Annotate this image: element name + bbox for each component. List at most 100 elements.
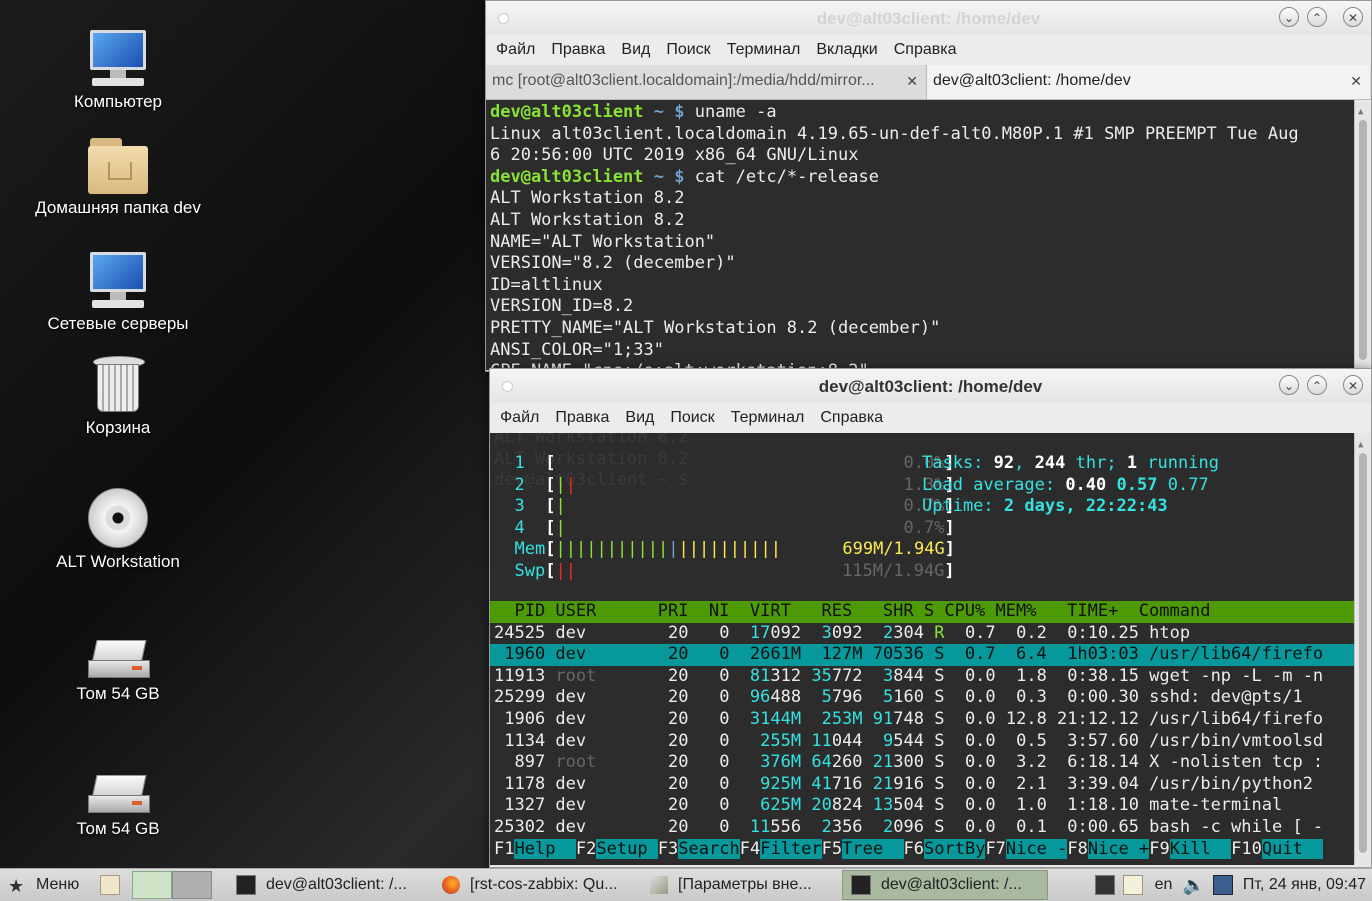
process-row[interactable]: 1327 dev 20 0 625M 20824 13504 S 0.0 1.0… [490, 795, 1355, 817]
taskbar-item-label: dev@alt03client: /... [266, 876, 407, 893]
fkey-f10[interactable]: F10 [1231, 839, 1262, 859]
menu-help[interactable]: Справка [820, 409, 883, 427]
taskbar-item-terminal-1[interactable]: dev@alt03client: /... [228, 870, 434, 900]
fkey-f7[interactable]: F7 [985, 839, 1005, 859]
fkey-label[interactable]: Tree [842, 838, 904, 859]
fkey-label[interactable]: Setup [596, 838, 658, 859]
scrollbar-thumb[interactable] [1359, 453, 1367, 853]
process-row[interactable]: 24525 dev 20 0 17092 3092 2304 R 0.7 0.2… [490, 623, 1355, 645]
cpu-meter: 4 [| 0.7%] [514, 517, 955, 538]
fkey-f8[interactable]: F8 [1067, 839, 1087, 859]
terminal-output[interactable]: dev@alt03client ~ $ uname -a Linux alt03… [486, 100, 1371, 370]
desktop-icon [100, 875, 120, 895]
window-title: dev@alt03client: /home/dev [818, 377, 1043, 396]
close-tab-icon[interactable]: ✕ [906, 73, 918, 90]
desktop-icon-label: Корзина [85, 418, 151, 437]
desktop-icon-volume-2[interactable]: Том 54 GB [18, 775, 218, 839]
keyboard-layout[interactable]: en [1155, 876, 1173, 894]
menu-search[interactable]: Поиск [666, 41, 710, 59]
fkey-label[interactable]: Nice + [1087, 838, 1150, 859]
clipboard-icon[interactable] [1122, 875, 1143, 895]
fkey-f2[interactable]: F2 [576, 839, 596, 859]
process-row[interactable]: 1960 dev 20 0 2661M 127M 70536 S 0.7 6.4… [490, 644, 1355, 666]
menu-tabs[interactable]: Вкладки [816, 41, 877, 59]
scrollbar[interactable]: ▲ [1354, 433, 1371, 865]
fkey-label[interactable]: Kill [1169, 838, 1232, 859]
terminal-launcher-icon[interactable] [1094, 875, 1115, 895]
scrollbar-thumb[interactable] [1359, 120, 1367, 360]
htop-summary: Tasks: 92, 244 thr; 1 running Load avera… [922, 453, 1219, 518]
fkey-label[interactable]: Search [678, 838, 740, 859]
fkey-label[interactable]: Help [514, 838, 576, 859]
terminal-line: 6 20:56:00 UTC 2019 x86_64 GNU/Linux [490, 145, 859, 166]
process-row[interactable]: 1178 dev 20 0 925M 41716 21916 S 0.0 2.1… [490, 774, 1355, 796]
fkey-f1[interactable]: F1 [494, 839, 514, 859]
taskbar-item-firefox[interactable]: [rst-cos-zabbix: Qu... [434, 870, 642, 900]
minimize-button[interactable]: ⌄ [1279, 7, 1299, 27]
maximize-button[interactable]: ⌃ [1307, 375, 1327, 395]
menu-search[interactable]: Поиск [670, 409, 714, 427]
tab-dev[interactable]: dev@alt03client: /home/dev ✕ [926, 65, 1370, 99]
fkey-f3[interactable]: F3 [658, 839, 678, 859]
load-line: Load average: 0.40 0.57 0.77 [922, 474, 1209, 495]
taskbar-item-terminal-2[interactable]: dev@alt03client: /... [842, 870, 1048, 900]
maximize-button[interactable]: ⌃ [1307, 7, 1327, 27]
process-row[interactable]: 11913 root 20 0 81312 35772 3844 S 0.0 1… [490, 666, 1355, 688]
scrollbar[interactable]: ▲ [1354, 100, 1371, 370]
process-row[interactable]: 25299 dev 20 0 96488 5796 5160 S 0.0 0.3… [490, 687, 1355, 709]
fkey-label[interactable]: Filter [760, 838, 822, 859]
close-button[interactable]: ✕ [1343, 7, 1363, 27]
desktop-icon-volume-1[interactable]: Том 54 GB [18, 640, 218, 704]
workspace-2[interactable] [172, 871, 212, 899]
fkey-label[interactable]: SortBy [924, 838, 986, 859]
window-titlebar[interactable]: dev@alt03client: /home/dev ⌄ ⌃ ✕ [490, 369, 1371, 403]
fkey-f9[interactable]: F9 [1149, 839, 1169, 859]
fkey-f5[interactable]: F5 [822, 839, 842, 859]
volume-icon[interactable]: 🔈 [1182, 875, 1204, 896]
taskbar: ★ Меню dev@alt03client: /... [rst-cos-za… [0, 868, 1372, 901]
taskbar-item-settings[interactable]: [Параметры вне... [642, 870, 842, 900]
process-table-header[interactable]: PID USER PRI NI VIRT RES SHR S CPU% MEM%… [490, 601, 1355, 623]
fkey-f6[interactable]: F6 [904, 839, 924, 859]
desktop-icon-trash[interactable]: Корзина [18, 356, 218, 438]
process-row[interactable]: 1906 dev 20 0 3144M 253M 91748 S 0.0 12.… [490, 709, 1355, 731]
menu-edit[interactable]: Правка [551, 41, 605, 59]
desktop-icon-network[interactable]: Сетевые серверы [18, 250, 218, 334]
menu-view[interactable]: Вид [625, 409, 654, 427]
fkey-f4[interactable]: F4 [740, 839, 760, 859]
menu-view[interactable]: Вид [621, 41, 650, 59]
settings-icon [650, 876, 668, 894]
terminal-window-1: dev@alt03client: /home/dev ⌄ ⌃ ✕ Файл Пр… [485, 0, 1372, 372]
network-icon[interactable] [1212, 875, 1233, 895]
process-row[interactable]: 25302 dev 20 0 11556 2356 2096 S 0.0 0.1… [490, 817, 1355, 839]
minimize-button[interactable]: ⌄ [1279, 375, 1299, 395]
swp-meter: Swp[|| 115M/1.94G] [514, 560, 955, 581]
workspace-1[interactable] [132, 871, 172, 899]
menu-terminal[interactable]: Терминал [731, 409, 805, 427]
clock[interactable]: Пт, 24 янв, 09:47 [1243, 876, 1366, 894]
process-row[interactable]: 1134 dev 20 0 255M 11044 9544 S 0.0 0.5 … [490, 731, 1355, 753]
menu-help[interactable]: Справка [894, 41, 957, 59]
show-desktop-button[interactable] [92, 870, 128, 900]
fkey-label[interactable]: Quit [1261, 838, 1324, 859]
desktop-icon-computer[interactable]: Компьютер [18, 28, 218, 112]
desktop-icon-home[interactable]: Домашняя папка dev [18, 138, 218, 218]
close-button[interactable]: ✕ [1343, 375, 1363, 395]
menu-file[interactable]: Файл [500, 409, 539, 427]
close-tab-icon[interactable]: ✕ [1350, 73, 1362, 90]
menu-terminal[interactable]: Терминал [727, 41, 801, 59]
tab-mc[interactable]: mc [root@alt03client.localdomain]:/media… [486, 65, 926, 99]
start-menu-button[interactable]: ★ Меню [0, 870, 92, 900]
fkey-label[interactable]: Nice - [1005, 838, 1068, 859]
process-table: 24525 dev 20 0 17092 3092 2304 R 0.7 0.2… [490, 623, 1355, 839]
menu-edit[interactable]: Правка [555, 409, 609, 427]
disc-icon [88, 488, 148, 548]
htop-output[interactable]: ALT Workstation 8.2 ALT Workstation 8.2 … [490, 433, 1371, 865]
cpu-meter: 1 [ 0.0%] [514, 453, 955, 473]
trash-icon [93, 356, 145, 414]
drive-icon [88, 640, 150, 680]
menu-file[interactable]: Файл [496, 41, 535, 59]
process-row[interactable]: 897 root 20 0 376M 64260 21300 S 0.0 3.2… [490, 752, 1355, 774]
window-titlebar[interactable]: dev@alt03client: /home/dev ⌄ ⌃ ✕ [486, 1, 1371, 35]
desktop-icon-disc[interactable]: ALT Workstation [18, 488, 218, 572]
